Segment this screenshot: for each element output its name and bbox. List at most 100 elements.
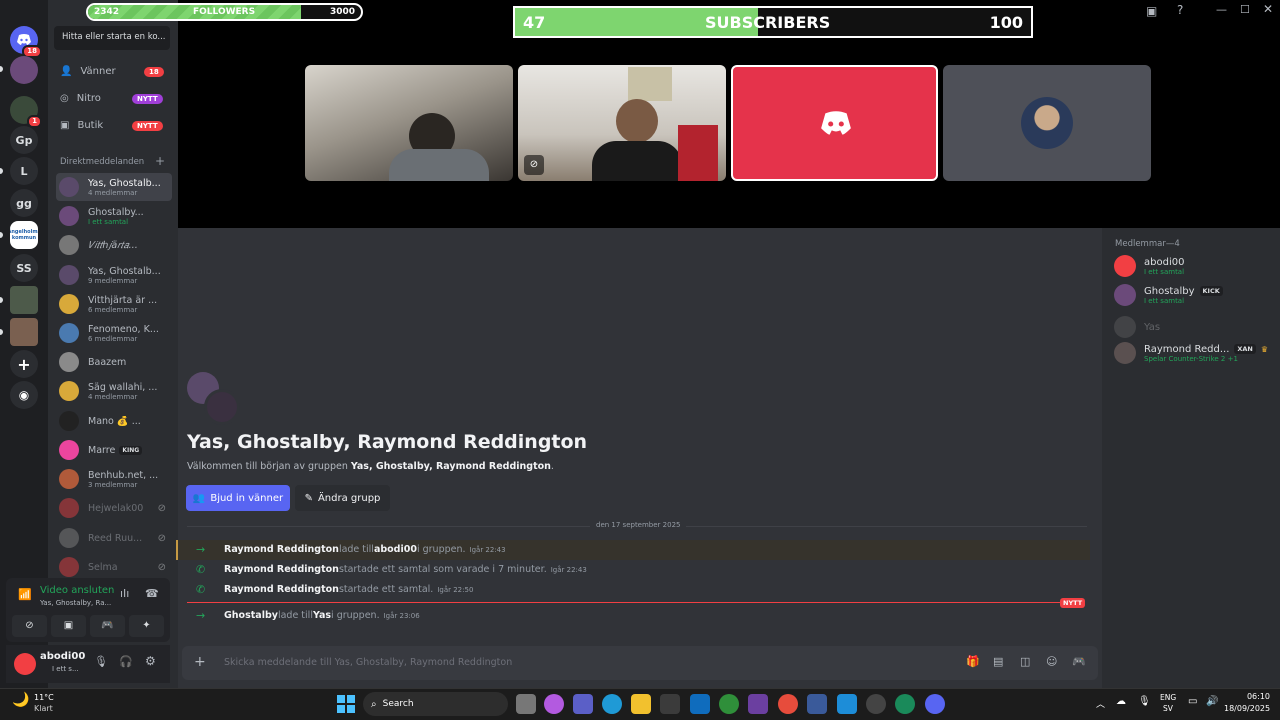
app-icon[interactable] (748, 694, 768, 714)
close-icon[interactable]: ✕ (1263, 2, 1273, 16)
create-dm-icon[interactable]: + (155, 154, 165, 168)
nav-friends[interactable]: 👤 Vänner (60, 66, 116, 77)
search-input[interactable]: Hitta eller starta en ko... (54, 26, 170, 50)
dm-item[interactable]: Reed Ruu... ⊘ (56, 524, 172, 552)
app-icon[interactable] (807, 694, 827, 714)
add-server-icon[interactable]: + (10, 350, 38, 378)
member-item[interactable]: abodi00 I ett samtal (1114, 255, 1184, 277)
gif-icon[interactable]: ▤ (993, 655, 1003, 668)
video-tile-1[interactable] (305, 65, 513, 181)
settings-icon[interactable]: ⚙ (145, 654, 156, 668)
disconnect-icon[interactable]: ☎ (145, 587, 159, 600)
tray-chevron-icon[interactable]: ︿ (1096, 697, 1105, 710)
dm-sub: 4 medlemmar (88, 188, 138, 197)
server-ss[interactable]: SS (10, 254, 38, 282)
video-tile-2[interactable]: ⊘ (518, 65, 726, 181)
soundboard-icon[interactable]: ✦ (129, 615, 164, 637)
maximize-icon[interactable]: ☐ (1240, 3, 1250, 16)
teams-icon[interactable] (573, 694, 593, 714)
clock-date[interactable]: 18/09/2025 (1224, 704, 1270, 713)
server-l[interactable]: L (10, 157, 38, 185)
region[interactable]: SV (1163, 704, 1173, 713)
nav-nitro[interactable]: ◎ Nitro (60, 93, 101, 104)
server-avatar-3[interactable] (10, 286, 38, 314)
member-item[interactable]: Ghostalby KICK I ett samtal (1114, 284, 1223, 306)
voice-status[interactable]: Video ansluten (40, 585, 114, 596)
server-gg[interactable]: gg (10, 189, 38, 217)
steam-icon[interactable] (866, 694, 886, 714)
cloud-icon[interactable]: ☁ (1116, 696, 1126, 707)
noise-icon[interactable]: ıIı (120, 587, 129, 600)
page-title: Yas, Ghostalby, Raymond Reddington (187, 431, 588, 453)
start-icon[interactable] (337, 695, 355, 713)
edge-icon[interactable] (602, 694, 622, 714)
emoji-icon[interactable]: ☺ (1046, 655, 1057, 668)
obs-icon[interactable] (895, 694, 915, 714)
screen-share-icon[interactable]: ▣ (51, 615, 86, 637)
task-view-icon[interactable] (516, 694, 536, 714)
dm-item[interactable]: Baazem (56, 348, 172, 376)
minimize-icon[interactable]: — (1216, 3, 1227, 16)
volume-icon[interactable]: 🔊 (1206, 696, 1218, 707)
discover-icon[interactable]: ◉ (10, 381, 38, 409)
help-icon[interactable]: ? (1177, 3, 1183, 17)
edit-group-button[interactable]: ✎ Ändra grupp (295, 485, 390, 511)
username[interactable]: abodi00 (40, 651, 85, 662)
dm-item[interactable]: Fenomeno, K... 6 medlemmar (56, 319, 172, 347)
dm-item[interactable]: Benhub.net, ... 3 medlemmar (56, 465, 172, 493)
avatar (59, 469, 79, 489)
inbox-icon[interactable]: ▣ (1146, 4, 1157, 18)
dm-item[interactable]: Selma ⊘ (56, 553, 172, 581)
voice-channel[interactable]: Yas, Ghostalby, Ra... (40, 599, 111, 607)
camera-off-icon[interactable]: ⊘ (12, 615, 47, 637)
headphones-icon[interactable]: 🎧 (119, 655, 133, 668)
sticker-icon[interactable]: ◫ (1020, 655, 1030, 668)
dm-item[interactable]: Säg wallahi, ... 4 medlemmar (56, 377, 172, 405)
dm-header: Direktmeddelanden (60, 157, 145, 167)
dm-item[interactable]: Vitthjärta är ... 6 medlemmar (56, 290, 172, 318)
dm-item[interactable]: Yas, Ghostalb... 9 medlemmar (56, 261, 172, 289)
mic-icon[interactable]: 🎙 (94, 655, 108, 668)
display-icon[interactable]: ▭ (1188, 696, 1197, 707)
server-avatar-1[interactable] (10, 56, 38, 84)
lang[interactable]: ENG (1160, 693, 1176, 702)
outlook-icon[interactable] (690, 694, 710, 714)
gift-icon[interactable]: 🎁 (966, 655, 980, 668)
dm-item[interactable]: Marre KING (56, 436, 172, 464)
video-tile-3[interactable] (731, 65, 938, 181)
server-avatar-2[interactable]: 1 (10, 96, 42, 128)
weather-icon[interactable]: 🌙 (12, 692, 29, 708)
direct-messages-button[interactable]: 18 (10, 26, 42, 58)
photos-icon[interactable] (837, 694, 857, 714)
taskbar-search[interactable]: ⌕ Search (363, 692, 508, 716)
invite-friends-button[interactable]: 👥 Bjud in vänner (186, 485, 290, 511)
dm-item[interactable]: 𝑉𝑖𝑡𝑡ℎ𝑗ä𝑟𝑡𝑎... (56, 231, 172, 259)
add-attachment-icon[interactable]: + (194, 654, 206, 670)
vpn-icon[interactable] (719, 694, 739, 714)
avatar[interactable] (14, 653, 36, 675)
explorer-icon[interactable] (631, 694, 651, 714)
dm-item[interactable]: Mano 💰 ... (56, 407, 172, 435)
server-avatar-4[interactable] (10, 318, 38, 346)
chrome-icon[interactable] (778, 694, 798, 714)
member-item[interactable]: Yas (1114, 316, 1160, 338)
apps-icon[interactable]: 🎮 (1072, 655, 1086, 668)
member-item[interactable]: Raymond Redd... XAN ♛ Spelar Counter-Strike… (1114, 342, 1268, 364)
activity-icon[interactable]: 🎮 (90, 615, 125, 637)
dm-name: Säg wallahi, ... (88, 381, 158, 393)
clock-time[interactable]: 06:10 (1224, 692, 1270, 701)
copilot-icon[interactable] (544, 694, 564, 714)
server-gp[interactable]: Gp (10, 126, 38, 154)
discord-taskbar-icon[interactable] (925, 694, 945, 714)
message-composer[interactable]: + Skicka meddelande till Yas, Ghostalby,… (182, 646, 1098, 680)
store-icon[interactable] (660, 694, 680, 714)
dm-item[interactable]: Hejwelak00 ⊘ (56, 494, 172, 522)
dm-item[interactable]: Ghostalby... I ett samtal (56, 202, 172, 230)
video-tile-4[interactable] (943, 65, 1151, 181)
nav-shop[interactable]: ▣ Butik (60, 120, 103, 131)
dm-item[interactable]: Yas, Ghostalb... 4 medlemmar (56, 173, 172, 201)
mic-tray-icon[interactable]: 🎙 (1138, 696, 1151, 707)
members-header: Medlemmar—4 (1115, 239, 1180, 249)
composer-placeholder[interactable]: Skicka meddelande till Yas, Ghostalby, R… (224, 657, 512, 668)
server-angelholm[interactable]: Ängelholms kommun (10, 221, 38, 249)
